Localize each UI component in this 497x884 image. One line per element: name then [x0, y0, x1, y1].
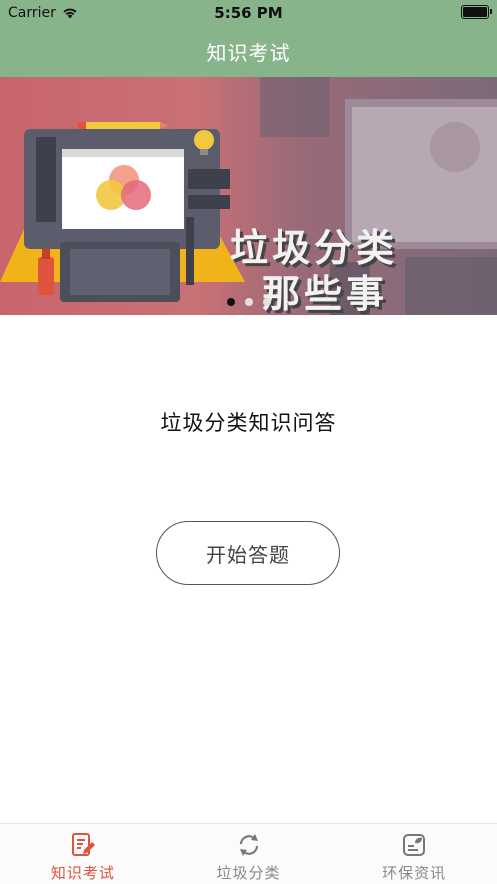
- edit-note-icon: [71, 833, 95, 856]
- start-quiz-button[interactable]: 开始答题: [156, 521, 340, 585]
- banner-carousel[interactable]: 垃圾分类 那些事: [0, 77, 497, 315]
- quiz-title: 垃圾分类知识问答: [160, 411, 337, 435]
- status-bar: Carrier 5:56 PM: [0, 0, 497, 26]
- tab-waste-sorting[interactable]: 垃圾分类: [166, 824, 332, 884]
- status-time: 5:56 PM: [214, 4, 283, 22]
- tab-bar: 知识考试 垃圾分类 环保资讯: [0, 823, 497, 884]
- banner-headline-line1: 垃圾分类: [230, 225, 399, 270]
- carousel-dot-1[interactable]: [226, 298, 235, 306]
- battery-icon: [461, 5, 492, 19]
- news-leaf-icon: [403, 834, 426, 856]
- carousel-dot-2[interactable]: [244, 298, 253, 306]
- tab-label: 垃圾分类: [216, 864, 281, 882]
- carousel-page-indicator[interactable]: [0, 298, 497, 306]
- banner-headline-line2: 那些事: [262, 271, 389, 315]
- tab-label: 环保资讯: [382, 864, 447, 882]
- tab-eco-news[interactable]: 环保资讯: [331, 824, 497, 884]
- navigation-bar: 知识考试: [0, 26, 497, 77]
- recycle-arrows-icon: [239, 834, 258, 856]
- carousel-dot-3[interactable]: [262, 298, 271, 306]
- page-title: 知识考试: [206, 41, 291, 65]
- tab-knowledge-exam[interactable]: 知识考试: [0, 824, 166, 884]
- tab-label: 知识考试: [50, 864, 115, 882]
